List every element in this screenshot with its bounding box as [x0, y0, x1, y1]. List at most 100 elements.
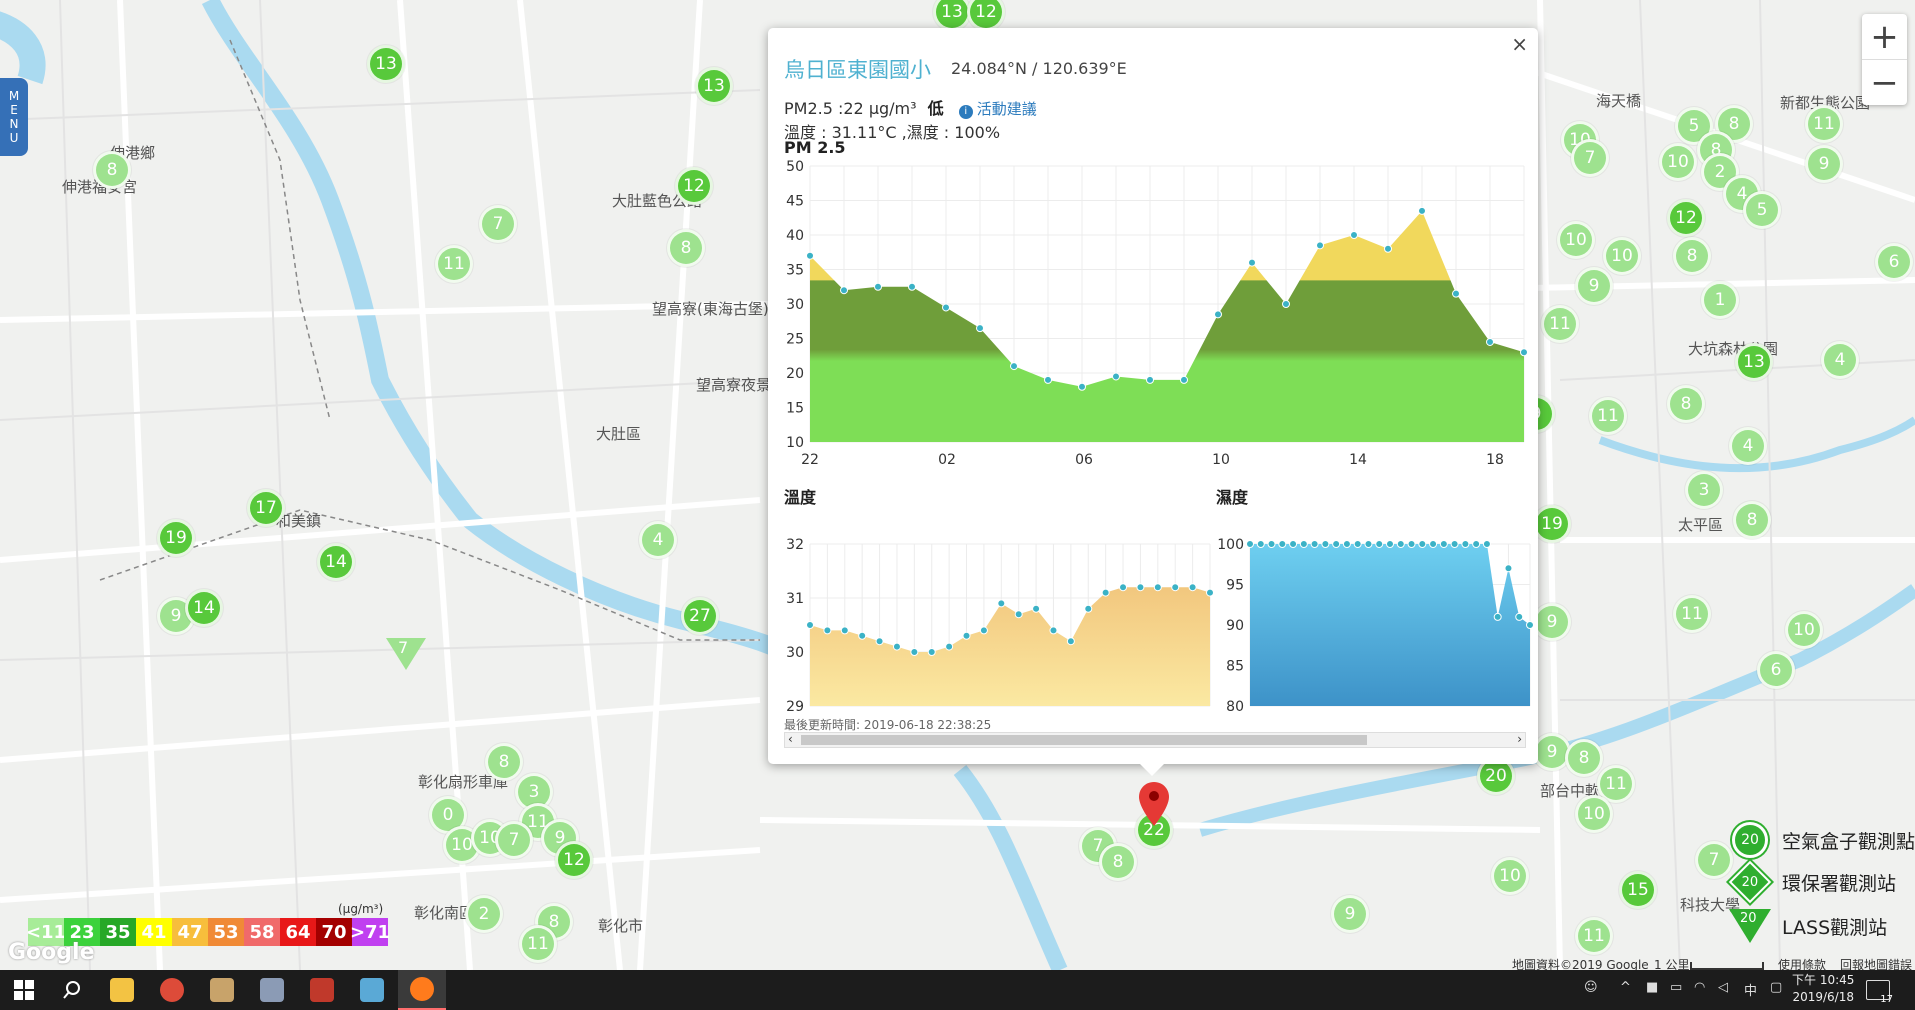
sensor-marker[interactable]: 8: [93, 151, 131, 189]
menu-letter: M: [8, 89, 20, 103]
data-point: [1119, 583, 1128, 592]
chevron-up-icon[interactable]: ^: [1620, 980, 1631, 995]
sensor-marker[interactable]: 11: [435, 245, 473, 283]
sensor-marker[interactable]: 10: [1659, 143, 1697, 181]
sensor-marker[interactable]: 8: [1733, 501, 1771, 539]
sensor-marker[interactable]: 11: [519, 925, 557, 963]
data-point: [1146, 375, 1154, 384]
sensor-marker[interactable]: 7: [495, 821, 533, 859]
google-logo: Google: [8, 940, 95, 965]
people-icon[interactable]: ☺: [1584, 980, 1598, 995]
volume-icon[interactable]: ◁: [1718, 980, 1728, 995]
taskbar-app-6[interactable]: [348, 970, 396, 1010]
sensor-marker[interactable]: 14: [317, 543, 355, 581]
sensor-marker[interactable]: 10: [1785, 611, 1823, 649]
station-name: 烏日區東園國小: [784, 58, 931, 82]
scroll-left-icon[interactable]: ‹: [788, 732, 793, 746]
sensor-marker[interactable]: 7: [1571, 139, 1609, 177]
report-error-link[interactable]: 回報地圖錯誤: [1840, 956, 1912, 970]
area-fill: [1250, 544, 1530, 706]
sensor-marker[interactable]: 13: [695, 67, 733, 105]
sensor-marker[interactable]: 15: [1619, 871, 1657, 909]
sensor-marker[interactable]: 6: [1875, 243, 1913, 281]
activity-advice-link[interactable]: 活動建議: [977, 100, 1037, 118]
menu-letter: N: [9, 117, 19, 131]
sensor-marker[interactable]: 11: [1589, 397, 1627, 435]
sensor-marker[interactable]: 10: [1557, 221, 1595, 259]
sensor-marker[interactable]: 11: [1805, 105, 1843, 143]
sensor-marker[interactable]: 27: [681, 597, 719, 635]
data-point: [1248, 258, 1256, 267]
data-point: [1153, 583, 1162, 592]
sensor-marker[interactable]: 10: [1603, 237, 1641, 275]
terms-link[interactable]: 使用條款: [1778, 956, 1826, 970]
sensor-marker[interactable]: 8: [1565, 739, 1603, 777]
sensor-marker[interactable]: 8: [667, 229, 705, 267]
taskbar-app-4[interactable]: [248, 970, 296, 1010]
sensor-marker[interactable]: 10: [1575, 795, 1613, 833]
sensor-marker[interactable]: 1: [1701, 281, 1739, 319]
epa-label: 環保署觀測站: [1782, 872, 1897, 895]
sensor-marker[interactable]: 8: [1667, 385, 1705, 423]
x-tick-label: 22: [801, 452, 819, 468]
security-icon[interactable]: ■: [1646, 980, 1658, 995]
data-point: [1486, 337, 1494, 346]
sensor-marker[interactable]: 3: [1685, 471, 1723, 509]
sensor-marker[interactable]: 11: [1541, 305, 1579, 343]
sensor-marker[interactable]: 2: [465, 895, 503, 933]
sensor-marker[interactable]: 8: [1099, 843, 1137, 881]
data-point: [1101, 588, 1110, 597]
sensor-marker[interactable]: 9: [1331, 895, 1369, 933]
sensor-marker[interactable]: 4: [1729, 427, 1767, 465]
popup-scrollbar[interactable]: ‹ ›: [784, 732, 1526, 748]
sensor-marker[interactable]: 5: [1743, 191, 1781, 229]
sensor-marker[interactable]: 6: [1757, 651, 1795, 689]
selected-location-pin[interactable]: [1137, 780, 1171, 828]
taskbar-app-5[interactable]: [298, 970, 346, 1010]
sensor-marker[interactable]: 13: [1735, 343, 1773, 381]
map[interactable]: 伸港鄉 伸港福安宮 大肚藍色公路 望高寮(東海古堡) 望高寮夜景 大肚區 和美鎮 彰化扇形車庫…: [0, 0, 1915, 970]
zoom-in-button[interactable]: +: [1862, 14, 1907, 60]
ime-indicator[interactable]: 中: [1744, 980, 1757, 999]
sensor-marker[interactable]: 19: [1533, 505, 1571, 543]
menu-letter: E: [10, 103, 18, 117]
input-mode-icon[interactable]: ▢: [1770, 980, 1782, 995]
sensor-marker[interactable]: 9: [1533, 603, 1571, 641]
taskbar-app-3[interactable]: [198, 970, 246, 1010]
sensor-marker[interactable]: 19: [157, 519, 195, 557]
search-button[interactable]: [48, 970, 96, 1010]
taskbar-chrome[interactable]: [148, 970, 196, 1010]
sensor-marker[interactable]: 12: [1667, 199, 1705, 237]
lass-station-marker[interactable]: 7: [386, 638, 426, 670]
map-data-attribution[interactable]: 地圖資料©2019 Google: [1512, 956, 1649, 970]
notification-icon[interactable]: 17: [1866, 980, 1893, 1005]
sensor-marker[interactable]: 17: [247, 489, 285, 527]
sensor-marker[interactable]: 14: [185, 589, 223, 627]
zoom-out-button[interactable]: −: [1862, 60, 1907, 105]
clock[interactable]: 下午 10:45 2019/6/18: [1792, 972, 1854, 1006]
battery-icon[interactable]: ▭: [1670, 980, 1682, 995]
sensor-marker[interactable]: 9: [1575, 267, 1613, 305]
sensor-marker[interactable]: 7: [479, 205, 517, 243]
scrollbar-thumb[interactable]: [801, 735, 1367, 745]
sensor-marker[interactable]: 8: [1673, 237, 1711, 275]
taskbar-firefox[interactable]: [398, 970, 446, 1010]
close-icon[interactable]: ×: [1511, 32, 1528, 56]
sensor-marker[interactable]: 8: [485, 743, 523, 781]
sensor-marker[interactable]: 11: [1575, 917, 1613, 955]
scroll-right-icon[interactable]: ›: [1517, 732, 1522, 746]
wifi-icon[interactable]: ◠: [1694, 980, 1705, 995]
sensor-marker[interactable]: 11: [1673, 595, 1711, 633]
sensor-marker[interactable]: 4: [1821, 341, 1859, 379]
sensor-marker[interactable]: 4: [639, 521, 677, 559]
taskbar-file-explorer[interactable]: [98, 970, 146, 1010]
sensor-marker[interactable]: 10: [1491, 857, 1529, 895]
sensor-marker[interactable]: 12: [555, 841, 593, 879]
sensor-marker[interactable]: 7: [1695, 841, 1733, 879]
start-button[interactable]: [0, 970, 48, 1010]
sensor-marker[interactable]: 9: [1805, 145, 1843, 183]
sensor-marker[interactable]: 12: [675, 167, 713, 205]
sensor-marker[interactable]: 13: [367, 45, 405, 83]
menu-button[interactable]: M E N U: [0, 78, 28, 156]
legend-epa: 20 環保署觀測站: [1728, 860, 1897, 904]
